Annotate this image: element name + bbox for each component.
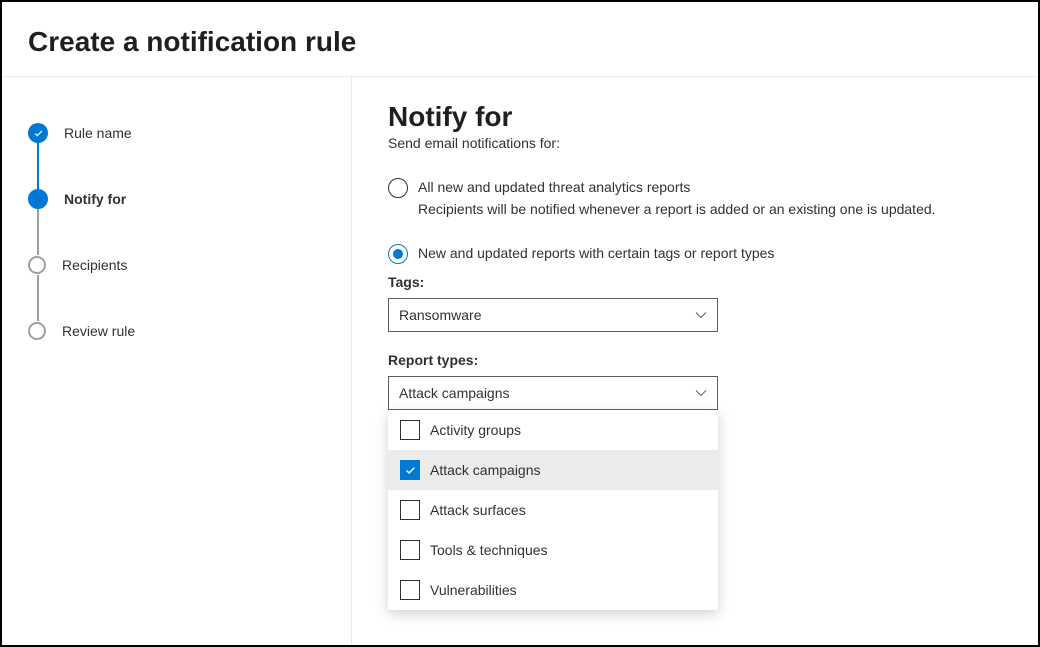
step-rule-name[interactable]: Rule name xyxy=(28,123,351,143)
step-connector xyxy=(37,275,39,321)
radio-icon xyxy=(388,244,408,264)
option-label: Tools & techniques xyxy=(430,542,548,558)
report-types-options: Activity groups Attack campaigns Attack … xyxy=(388,410,718,610)
step-connector xyxy=(37,209,39,255)
step-review-rule[interactable]: Review rule xyxy=(28,321,351,341)
tags-dropdown[interactable]: Ransomware xyxy=(388,298,718,332)
pending-step-icon xyxy=(28,322,46,340)
checkbox-icon xyxy=(400,500,420,520)
radio-label: All new and updated threat analytics rep… xyxy=(418,177,1002,197)
option-attack-campaigns[interactable]: Attack campaigns xyxy=(388,450,718,490)
checkbox-icon xyxy=(400,460,420,480)
checkmark-icon xyxy=(28,123,48,143)
step-recipients[interactable]: Recipients xyxy=(28,255,351,275)
tags-label: Tags: xyxy=(388,274,1002,290)
radio-filtered-reports[interactable]: New and updated reports with certain tag… xyxy=(388,243,1002,264)
checkbox-icon xyxy=(400,580,420,600)
step-label: Recipients xyxy=(62,257,127,273)
step-label: Review rule xyxy=(62,323,135,339)
step-label: Notify for xyxy=(64,191,126,207)
report-types-dropdown[interactable]: Attack campaigns xyxy=(388,376,718,410)
dialog-body: Rule name Notify for Recipients Review r… xyxy=(2,76,1038,645)
checkbox-icon xyxy=(400,540,420,560)
dialog: Create a notification rule Rule name Not… xyxy=(0,0,1040,647)
option-activity-groups[interactable]: Activity groups xyxy=(388,410,718,450)
page-subtitle: Send email notifications for: xyxy=(388,135,1002,151)
radio-icon xyxy=(388,178,408,198)
dialog-header: Create a notification rule xyxy=(2,2,1038,76)
chevron-down-icon xyxy=(695,309,707,321)
step-label: Rule name xyxy=(64,125,132,141)
report-types-value: Attack campaigns xyxy=(399,385,510,401)
option-attack-surfaces[interactable]: Attack surfaces xyxy=(388,490,718,530)
step-notify-for[interactable]: Notify for xyxy=(28,189,351,209)
option-label: Vulnerabilities xyxy=(430,582,517,598)
pending-step-icon xyxy=(28,256,46,274)
radio-description: Recipients will be notified whenever a r… xyxy=(418,199,1002,219)
wizard-steps: Rule name Notify for Recipients Review r… xyxy=(2,77,352,645)
option-tools-techniques[interactable]: Tools & techniques xyxy=(388,530,718,570)
current-step-icon xyxy=(28,189,48,209)
option-label: Attack surfaces xyxy=(430,502,526,518)
option-vulnerabilities[interactable]: Vulnerabilities xyxy=(388,570,718,610)
radio-label: New and updated reports with certain tag… xyxy=(418,243,1002,263)
tags-value: Ransomware xyxy=(399,307,481,323)
dialog-title: Create a notification rule xyxy=(28,26,1038,58)
checkbox-icon xyxy=(400,420,420,440)
radio-all-reports[interactable]: All new and updated threat analytics rep… xyxy=(388,177,1002,219)
option-label: Activity groups xyxy=(430,422,521,438)
option-label: Attack campaigns xyxy=(430,462,541,478)
report-types-label: Report types: xyxy=(388,352,1002,368)
page-heading: Notify for xyxy=(388,101,1002,133)
chevron-down-icon xyxy=(695,387,707,399)
step-connector xyxy=(37,143,39,189)
main-content: Notify for Send email notifications for:… xyxy=(352,77,1038,645)
